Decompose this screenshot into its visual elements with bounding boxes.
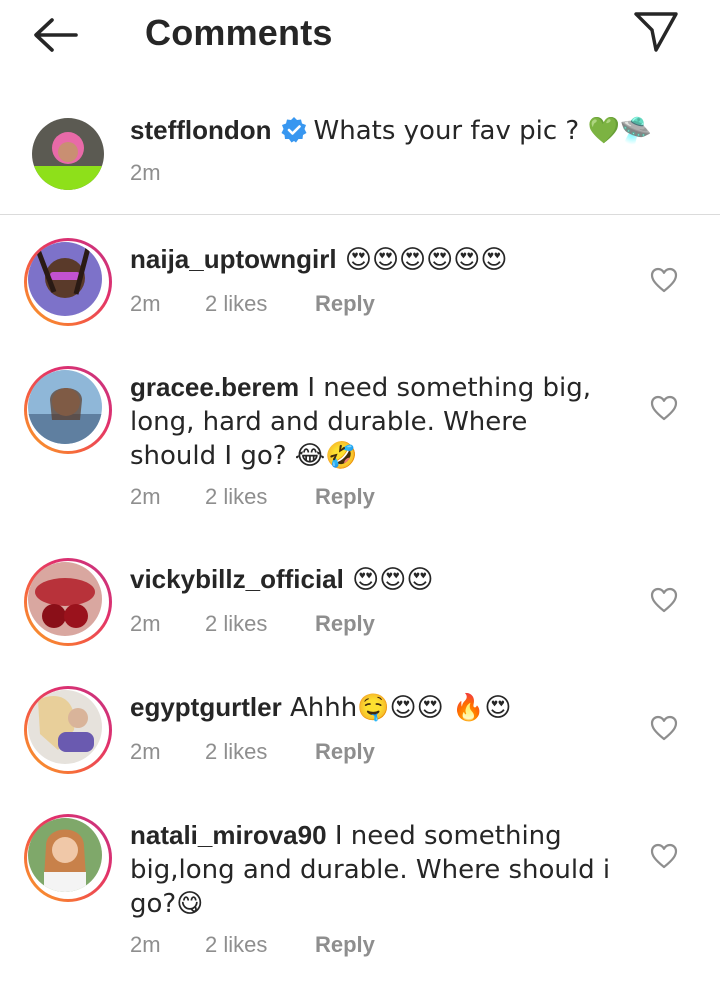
avatar[interactable] [24,366,112,454]
heart-outline-icon[interactable] [650,395,678,421]
heart-outline-icon[interactable] [650,267,678,293]
avatar[interactable] [24,558,112,646]
comment-time: 2m [130,484,161,509]
avatar[interactable] [32,118,104,190]
paper-plane-icon [634,12,678,52]
avatar-image [28,562,102,636]
avatar[interactable] [24,686,112,774]
reply-button[interactable]: Reply [315,291,375,317]
avatar[interactable] [24,814,112,902]
reply-button[interactable]: Reply [315,484,375,510]
heart-outline-icon[interactable] [650,843,678,869]
verified-badge-icon [281,117,307,143]
arrow-left-icon [34,18,78,52]
avatar-image [28,242,102,316]
heart-outline-icon[interactable] [650,715,678,741]
likes-count[interactable]: 2 likes [205,291,315,317]
comment-time: 2m [130,739,161,764]
share-button[interactable] [630,8,682,56]
page-title: Comments [145,12,333,53]
comment-text: vickybillz_official 😍😍😍 [130,563,620,597]
likes-count[interactable]: 2 likes [205,484,315,510]
comment-text: egyptgurtler Ahhh🤤😍😍 🔥😍 [130,691,620,725]
reply-button[interactable]: Reply [315,932,375,958]
comment-meta: 2m 2 likes Reply [130,611,375,637]
username[interactable]: vickybillz_official [130,564,344,594]
username[interactable]: stefflondon [130,115,272,145]
avatar-image [28,370,102,444]
comment-meta: 2m 2 likes Reply [130,932,375,958]
reply-button[interactable]: Reply [315,739,375,765]
likes-count[interactable]: 2 likes [205,932,315,958]
reply-button[interactable]: Reply [315,611,375,637]
comment-meta: 2m 2 likes Reply [130,291,375,317]
likes-count[interactable]: 2 likes [205,739,315,765]
caption-time: 2m [130,160,161,185]
comment-meta: 2m 2 likes Reply [130,484,375,510]
avatar[interactable] [24,238,112,326]
avatar-image [28,818,102,892]
username[interactable]: naija_uptowngirl [130,244,337,274]
likes-count[interactable]: 2 likes [205,611,315,637]
comment-time: 2m [130,291,161,316]
comment-meta: 2m 2 likes Reply [130,739,375,765]
divider [0,214,720,215]
comment-body: 😍😍😍 [343,565,434,595]
comment-time: 2m [130,932,161,957]
caption-text: Whats your fav pic ? 💚🛸 [313,116,653,146]
avatar-image [32,118,104,190]
post-caption: stefflondon Whats your fav pic ? 💚🛸 2m [0,98,720,214]
comment-text: gracee.berem I need something big, long,… [130,371,620,473]
username[interactable]: egyptgurtler [130,692,282,722]
comment-text: natali_mirova90 I need something big,lon… [130,819,620,921]
caption-line: stefflondon Whats your fav pic ? 💚🛸 [130,114,652,147]
username[interactable]: natali_mirova90 [130,820,327,850]
comment-body: Ahhh🤤😍😍 🔥😍 [281,693,512,723]
comment-text: naija_uptowngirl 😍😍😍😍😍😍 [130,243,620,277]
avatar-image [28,690,102,764]
comment-body: 😍😍😍😍😍😍 [336,245,508,275]
comment-time: 2m [130,611,161,636]
back-button[interactable] [30,14,82,56]
top-bar: Comments [0,0,720,70]
heart-outline-icon[interactable] [650,587,678,613]
username[interactable]: gracee.berem [130,372,299,402]
